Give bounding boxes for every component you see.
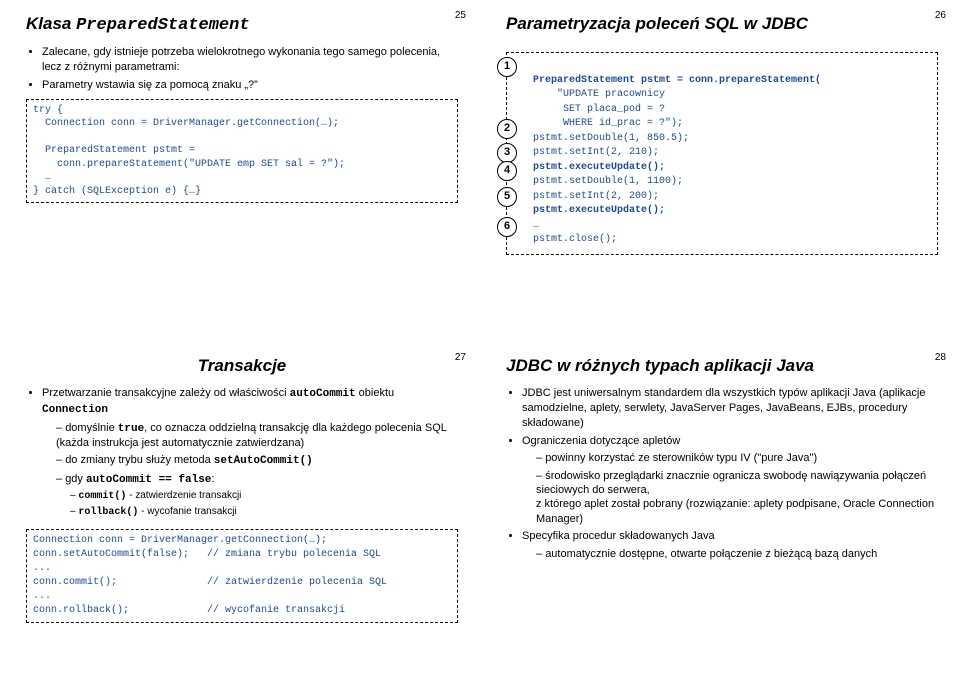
- list-item: powinny korzystać ze sterowników typu IV…: [536, 451, 938, 465]
- step-badge-5: 5: [497, 187, 517, 207]
- slide-28: 28 JDBC w różnych typach aplikacji Java …: [480, 342, 960, 684]
- code-line: PreparedStatement pstmt = conn.prepareSt…: [533, 75, 821, 86]
- list-item: domyślnie true, co oznacza oddzielną tra…: [56, 421, 458, 451]
- page-number: 26: [935, 10, 946, 21]
- sub-list: automatycznie dostępne, otwarte połączen…: [522, 547, 938, 561]
- list-item: gdy autoCommit == false: commit() - zatw…: [56, 472, 458, 519]
- step-badge-4: 4: [497, 161, 517, 181]
- list-item: commit() - zatwierdzenie transakcji: [70, 489, 458, 503]
- slide-title: Transakcje: [26, 356, 458, 376]
- step-badge-1: 1: [497, 57, 517, 77]
- list-item: Ograniczenia dotyczące apletów powinny k…: [522, 434, 938, 526]
- list-item: Zalecane, gdy istnieje potrzeba wielokro…: [42, 45, 458, 75]
- code-line: pstmt.setDouble(1, 850.5);: [533, 133, 689, 144]
- slide-25: 25 Klasa PreparedStatement Zalecane, gdy…: [0, 0, 480, 342]
- title-prefix: Klasa: [26, 14, 76, 33]
- slide-27: 27 Transakcje Przetwarzanie transakcyjne…: [0, 342, 480, 684]
- page-number: 27: [455, 352, 466, 363]
- slide-26: 26 Parametryzacja poleceń SQL w JDBC 1Pr…: [480, 0, 960, 342]
- sub-list: powinny korzystać ze sterowników typu IV…: [522, 451, 938, 525]
- code-line: pstmt.close();: [533, 234, 617, 245]
- code-line: WHERE id_prac = ?");: [533, 118, 683, 129]
- step-badge-3: 3: [497, 143, 517, 163]
- bullet-list: JDBC jest uniwersalnym standardem dla ws…: [506, 386, 938, 561]
- code-block: try { Connection conn = DriverManager.ge…: [26, 99, 458, 204]
- list-item: środowisko przeglądarki znacznie ogranic…: [536, 469, 938, 526]
- sub-sub-list: commit() - zatwierdzenie transakcji roll…: [56, 489, 458, 519]
- step-badge-2: 2: [497, 119, 517, 139]
- page-number: 28: [935, 352, 946, 363]
- code-block: 1PreparedStatement pstmt = conn.prepareS…: [506, 52, 938, 255]
- code-line: pstmt.setDouble(1, 1100);: [533, 176, 683, 187]
- slide-title: Parametryzacja poleceń SQL w JDBC: [506, 14, 938, 34]
- code-line: pstmt.executeUpdate();: [533, 205, 665, 216]
- code-line: SET placa_pod = ?: [533, 104, 665, 115]
- list-item: rollback() - wycofanie transakcji: [70, 505, 458, 519]
- code-line: pstmt.executeUpdate();: [533, 162, 665, 173]
- page-number: 25: [455, 10, 466, 21]
- list-item: Parametry wstawia się za pomocą znaku „?…: [42, 78, 458, 93]
- title-mono: PreparedStatement: [76, 16, 249, 35]
- code-line: "UPDATE pracownicy: [533, 89, 665, 100]
- code-block: Connection conn = DriverManager.getConne…: [26, 529, 458, 623]
- code-line: …: [533, 220, 539, 231]
- list-item: Przetwarzanie transakcyjne zależy od wła…: [42, 386, 458, 519]
- list-item: Specyfika procedur składowanych Java aut…: [522, 529, 938, 561]
- bullet-list: Przetwarzanie transakcyjne zależy od wła…: [26, 386, 458, 519]
- step-badge-6: 6: [497, 217, 517, 237]
- list-item: JDBC jest uniwersalnym standardem dla ws…: [522, 386, 938, 431]
- code-line: pstmt.setInt(2, 200);: [533, 191, 659, 202]
- list-item: automatycznie dostępne, otwarte połączen…: [536, 547, 938, 561]
- slide-title: Klasa PreparedStatement: [26, 14, 458, 35]
- list-item: do zmiany trybu służy metoda setAutoComm…: [56, 453, 458, 468]
- sub-list: domyślnie true, co oznacza oddzielną tra…: [42, 421, 458, 519]
- bullet-list: Zalecane, gdy istnieje potrzeba wielokro…: [26, 45, 458, 93]
- code-line: pstmt.setInt(2, 210);: [533, 147, 659, 158]
- slide-title: JDBC w różnych typach aplikacji Java: [506, 356, 938, 376]
